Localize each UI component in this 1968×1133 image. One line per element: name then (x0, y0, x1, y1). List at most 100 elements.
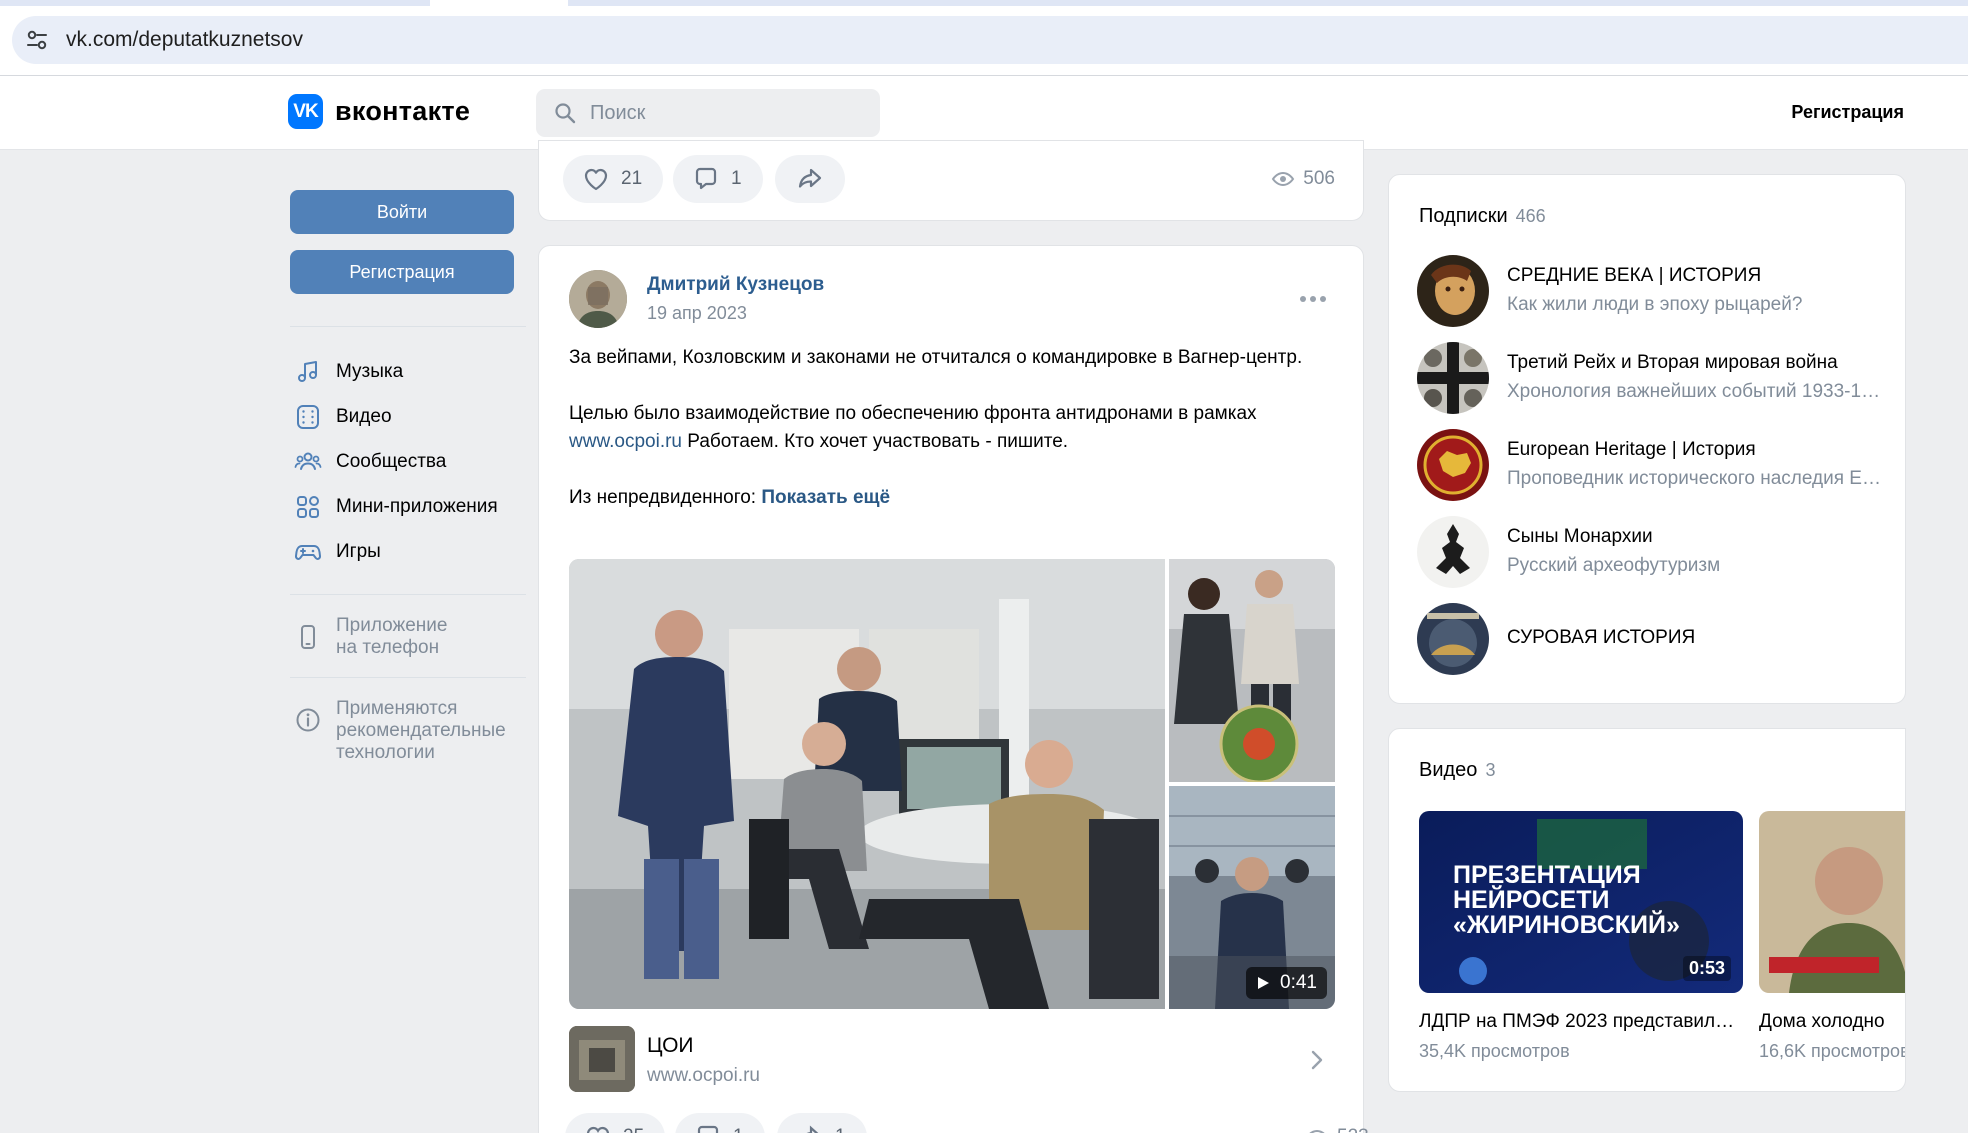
view-count: 523 (1337, 1126, 1369, 1133)
subscription-desc: Как жили люди в эпоху рыцарей? (1507, 294, 1803, 315)
sidebar-item-label: Музыка (336, 360, 404, 382)
monarchy-emblem (1417, 516, 1489, 588)
share-button[interactable]: 1 (777, 1113, 867, 1133)
share-count: 1 (835, 1126, 846, 1133)
block-title-text: Видео (1419, 759, 1478, 781)
subscriptions-title[interactable]: Подписки 466 (1419, 205, 1546, 228)
subscription-name: European Heritage | История (1507, 439, 1756, 460)
post-text-fragment: Целью было взаимодействие по обеспечению… (569, 403, 1257, 424)
subscription-desc: Русский археофутуризм (1507, 555, 1721, 576)
medieval-portrait (1417, 255, 1489, 327)
site-settings-icon[interactable] (24, 27, 50, 53)
sidebar-item-music[interactable]: Музыка (290, 349, 526, 394)
share-icon (798, 168, 822, 188)
video-thumbnail[interactable] (1759, 811, 1905, 993)
sidebar-item-video[interactable]: Видео (290, 394, 526, 439)
chevron-right-icon (1311, 1050, 1323, 1070)
comment-icon (695, 167, 717, 190)
like-button[interactable]: 25 (565, 1113, 665, 1133)
more-options-icon[interactable] (1299, 294, 1327, 304)
video-duration: 0:41 (1280, 972, 1317, 993)
post-link[interactable]: www.ocpoi.ru (569, 431, 682, 452)
vk-logo-icon: VK (288, 94, 323, 129)
comment-button[interactable]: 1 (673, 155, 763, 203)
video-title[interactable]: Дома холодно (1759, 1011, 1905, 1033)
mobile-app-line: на телефон (336, 637, 440, 658)
post-text: За вейпами, Козловским и законами не отч… (569, 344, 1329, 512)
sidebar-item-communities[interactable]: Сообщества (290, 439, 526, 484)
vk-logo[interactable]: VK вконтакте (288, 94, 470, 129)
eye-icon (1309, 1129, 1325, 1133)
subscription-avatar (1417, 342, 1489, 414)
sidebar-item-label: Видео (336, 405, 392, 427)
subscription-item[interactable]: Третий Рейх и Вторая мировая война Хроно… (1417, 342, 1887, 414)
office-photo (569, 559, 1165, 1009)
post-date[interactable]: 19 апр 2023 (647, 303, 747, 324)
post-photo-2[interactable] (1169, 559, 1335, 782)
post-paragraph: За вейпами, Козловским и законами не отч… (569, 347, 1303, 368)
comment-icon (697, 1125, 719, 1133)
address-bar[interactable]: vk.com/deputatkuznetsov (12, 16, 1968, 64)
wall-post: Дмитрий Кузнецов 19 апр 2023 За вейпами,… (538, 245, 1369, 1133)
eye-icon (1272, 171, 1295, 187)
author-avatar[interactable] (569, 270, 627, 328)
subscription-name: СРЕДНИЕ ВЕКА | ИСТОРИЯ (1507, 265, 1762, 286)
post-photo-main[interactable] (569, 559, 1165, 1009)
search-box[interactable] (536, 89, 880, 137)
video-title[interactable]: ЛДПР на ПМЭФ 2023 представила нейросеть (1419, 1011, 1743, 1033)
header-register-link[interactable]: Регистрация (1791, 102, 1904, 123)
subscription-avatar (1417, 516, 1489, 588)
subscriptions-count: 466 (1515, 206, 1546, 226)
search-input[interactable] (590, 101, 870, 125)
share-icon (806, 1125, 819, 1133)
mobile-app-link[interactable]: Приложение на телефон (290, 595, 526, 677)
active-tab[interactable] (430, 0, 568, 6)
sidebar-item-mini-apps[interactable]: Мини-приложения (290, 484, 526, 529)
register-button[interactable]: Регистрация (290, 250, 514, 294)
vk-logo-text: вконтакте (335, 96, 471, 126)
post-video-thumb[interactable]: 0:41 (1169, 786, 1335, 1009)
url-text[interactable]: vk.com/deputatkuznetsov (66, 28, 303, 52)
sidebar-item-games[interactable]: Игры (290, 529, 526, 574)
like-button[interactable]: 21 (563, 155, 663, 203)
mobile-app-line: Приложение (336, 615, 448, 636)
cross-portrait (1417, 342, 1489, 414)
subscription-avatar (1417, 255, 1489, 327)
subscriptions-block: Подписки 466 СРЕДНИЕ ВЕКА | ИСТОРИЯ Как ж… (1388, 174, 1906, 704)
view-count: 506 (1303, 168, 1335, 189)
video-item[interactable]: ПРЕЗЕНТАЦИЯ НЕЙРОСЕТИ «ЖИРИНОВСКИЙ» 0:53… (1419, 811, 1743, 1062)
comment-button[interactable]: 1 (675, 1113, 765, 1133)
share-button[interactable] (775, 155, 845, 203)
subscription-item[interactable]: СРЕДНИЕ ВЕКА | ИСТОРИЯ Как жили люди в э… (1417, 255, 1887, 327)
phone-icon (301, 625, 315, 649)
play-icon (1258, 977, 1270, 989)
recommendation-tech-link[interactable]: Применяются рекомендательные технологии (290, 678, 526, 782)
snippet-image (569, 1026, 635, 1092)
video-views: 35,4K просмотров (1419, 1041, 1570, 1061)
subscription-item[interactable]: СУРОВАЯ ИСТОРИЯ (1417, 603, 1887, 675)
mobile-app-text: Приложение на телефон (336, 615, 447, 659)
post-author[interactable]: Дмитрий Кузнецов (647, 274, 824, 296)
link-snippet[interactable]: ЦОИ www.ocpoi.ru (569, 1026, 1335, 1092)
subscription-name: Сыны Монархии (1507, 526, 1653, 547)
left-sidebar: Войти Регистрация Музыка Видео Сообществ… (290, 150, 526, 782)
video-item[interactable]: Дома холодно 16,6K просмотров (1759, 811, 1906, 1062)
gamepad-icon (294, 544, 322, 560)
search-icon (555, 103, 576, 124)
recommendation-line: Применяются (336, 698, 458, 719)
videos-title[interactable]: Видео 3 (1419, 759, 1495, 782)
show-more-link[interactable]: Показать ещё (761, 487, 890, 508)
recommendation-text: Применяются рекомендательные технологии (336, 698, 506, 764)
photo-grid: 0:41 (569, 559, 1335, 1009)
subscription-item[interactable]: European Heritage | История Проповедник … (1417, 429, 1887, 501)
comment-count: 1 (731, 168, 742, 189)
video-views: 16,6K просмотров (1759, 1041, 1906, 1061)
login-button[interactable]: Войти (290, 190, 514, 234)
video-thumbnail[interactable]: ПРЕЗЕНТАЦИЯ НЕЙРОСЕТИ «ЖИРИНОВСКИЙ» 0:53 (1419, 811, 1743, 993)
subscription-desc: Хронология важнейших событий 1933-1945 г… (1507, 381, 1883, 402)
subscription-desc: Проповедник исторического наследия Европ… (1507, 468, 1883, 489)
harsh-history-emblem (1417, 603, 1489, 675)
post-paragraph: Целью было взаимодействие по обеспечению… (569, 400, 1329, 456)
block-title-text: Подписки (1419, 205, 1508, 227)
subscription-item[interactable]: Сыны Монархии Русский археофутуризм (1417, 516, 1887, 588)
